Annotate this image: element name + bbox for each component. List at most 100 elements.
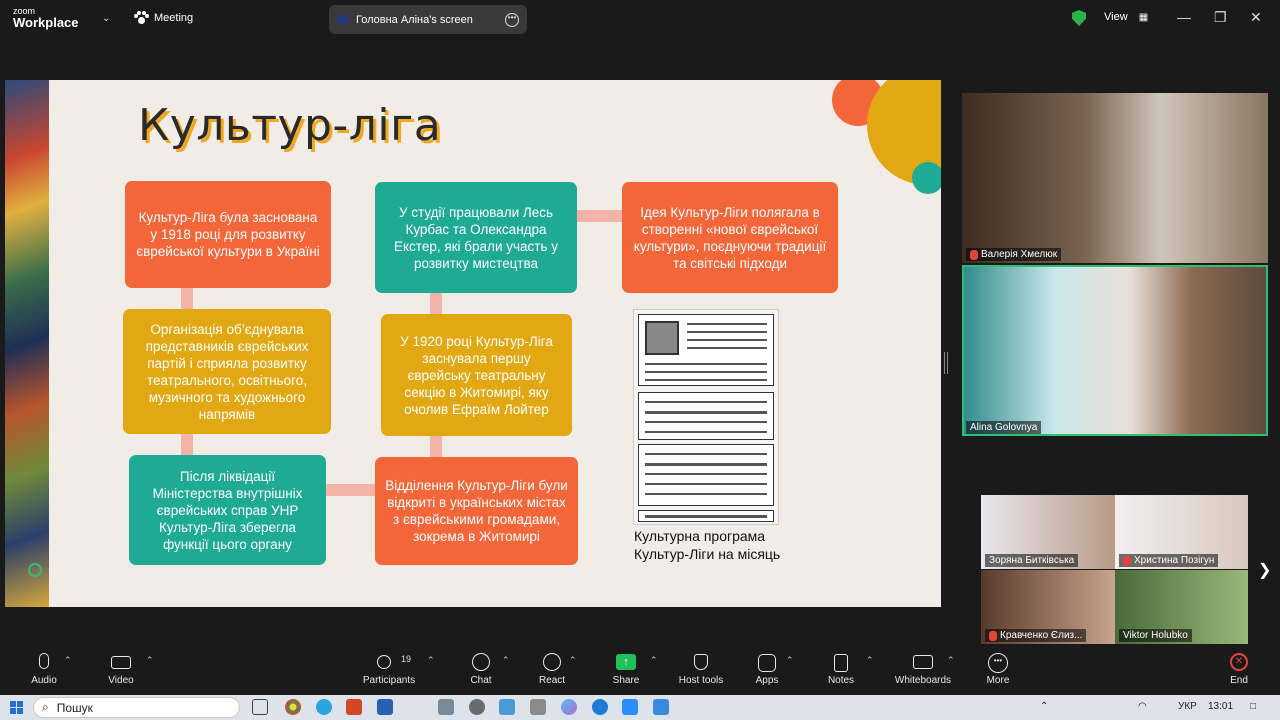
- participant-tile[interactable]: Зоряна Битківська: [981, 495, 1115, 569]
- participants-icon: [377, 655, 391, 669]
- info-box-organization: Організація об’єднувала представників єв…: [123, 309, 331, 434]
- participant-tile[interactable]: Кравченко Єлиз...: [981, 570, 1115, 644]
- more-button[interactable]: ••• More: [963, 645, 1033, 687]
- sharer-avatar: [337, 14, 348, 25]
- app-icon[interactable]: [530, 699, 546, 715]
- copilot-icon[interactable]: [561, 699, 577, 715]
- notes-button[interactable]: Notes: [806, 645, 876, 687]
- end-label: End: [1230, 675, 1248, 686]
- close-icon[interactable]: ✕: [1250, 9, 1262, 26]
- audio-label: Audio: [31, 675, 57, 686]
- react-button[interactable]: React: [517, 645, 587, 687]
- audio-button[interactable]: Audio: [9, 645, 79, 687]
- chevron-up-icon: ⌃: [650, 655, 658, 665]
- chevron-up-icon: ⌃: [146, 655, 154, 665]
- share-button[interactable]: ↑ Share: [591, 645, 661, 687]
- paw-icon: [134, 11, 149, 25]
- participants-count: 19: [401, 654, 412, 664]
- windows-start-icon[interactable]: [10, 701, 23, 714]
- chevron-up-icon: ⌃: [569, 655, 577, 665]
- chat-label: Chat: [470, 675, 492, 686]
- security-shield-icon[interactable]: [1072, 10, 1086, 26]
- chevron-down-icon[interactable]: ⌄: [102, 13, 110, 24]
- notifications-icon[interactable]: □: [1250, 701, 1256, 712]
- connector: [326, 484, 375, 496]
- participant-tile[interactable]: Валерія Хмелюк: [962, 93, 1268, 263]
- chrome-icon[interactable]: [285, 699, 301, 715]
- host-tools-button[interactable]: Host tools: [666, 645, 736, 687]
- whiteboards-button[interactable]: Whiteboards: [888, 645, 958, 687]
- participant-tile-active-speaker[interactable]: Alina Golovnya: [962, 265, 1268, 436]
- caption-line2: Культур-Ліги на місяць: [634, 546, 781, 562]
- search-placeholder: Пошук: [56, 700, 93, 715]
- info-box-branches: Відділення Культур-Ліги були відкриті в …: [375, 457, 578, 565]
- zoom-logo: zoom Workplace: [13, 6, 79, 30]
- app-icon[interactable]: [499, 699, 515, 715]
- participant-tile[interactable]: Viktor Holubko: [1115, 570, 1248, 644]
- view-label: View: [1104, 11, 1128, 23]
- maximize-icon[interactable]: ❐: [1214, 9, 1227, 26]
- end-meeting-button[interactable]: ✕ End: [1204, 645, 1274, 687]
- mic-muted-icon: [989, 630, 997, 641]
- annotate-pencil-icon[interactable]: [28, 563, 42, 577]
- taskbar-search[interactable]: ⌕ Пошук: [33, 697, 240, 718]
- edge-icon[interactable]: [592, 699, 608, 715]
- apps-label: Apps: [755, 675, 779, 686]
- chevron-up-icon: ⌃: [866, 655, 874, 665]
- decor-circle-teal: [912, 162, 941, 194]
- language-indicator[interactable]: УКР: [1178, 701, 1197, 712]
- chat-icon: [472, 653, 490, 671]
- wifi-icon[interactable]: ◠: [1138, 701, 1147, 712]
- share-screen-icon: ↑: [616, 654, 636, 670]
- chevron-up-icon: ⌃: [502, 655, 510, 665]
- mic-muted-icon: [1123, 555, 1131, 566]
- minimize-icon[interactable]: —: [1177, 9, 1191, 25]
- caption-line1: Культурна програма: [634, 528, 766, 544]
- view-button[interactable]: View ▦: [1104, 11, 1148, 23]
- photos-icon[interactable]: [653, 699, 669, 715]
- end-call-icon: ✕: [1230, 653, 1248, 671]
- word-icon[interactable]: [377, 699, 393, 715]
- brand-line2: Workplace: [13, 15, 79, 30]
- zoom-taskbar-icon[interactable]: [622, 699, 638, 715]
- shared-screen-indicator[interactable]: Головна Аліна's screen •••: [329, 5, 527, 34]
- info-box-ministry: Після ліквідації Міністерства внутрішніх…: [129, 455, 326, 565]
- video-button[interactable]: Video: [86, 645, 156, 687]
- participant-name: Валерія Хмелюк: [966, 248, 1062, 261]
- next-page-arrow-icon[interactable]: ❯: [1258, 560, 1271, 580]
- mic-muted-icon: [970, 249, 978, 260]
- connector: [577, 210, 622, 222]
- info-box-idea: Ідея Культур-Ліги полягала в створенні «…: [622, 182, 838, 293]
- apps-button[interactable]: Apps: [732, 645, 802, 687]
- participants-button[interactable]: 19 Participants: [354, 645, 424, 687]
- chevron-up-icon: ⌃: [947, 655, 955, 665]
- info-box-founding: Культур-Ліга була заснована у 1918 році …: [125, 181, 331, 288]
- windows-taskbar: ⌕ Пошук ⌃ ◠ УКР 13:01 □: [0, 695, 1280, 720]
- meeting-toolbar: Audio ⌃ Video ⌃ 19 Participants ⌃ Chat ⌃…: [0, 645, 1280, 695]
- newspaper-clipping-image: [633, 309, 779, 525]
- tray-chevron-icon[interactable]: ⌃: [1040, 701, 1048, 712]
- react-label: React: [538, 675, 566, 686]
- powerpoint-icon[interactable]: [346, 699, 362, 715]
- apps-icon: [758, 654, 776, 672]
- slide-art-strip: [5, 80, 49, 607]
- notes-icon: [834, 654, 848, 672]
- settings-gear-icon[interactable]: [469, 699, 485, 715]
- shared-slide: Культур-ліга Культур-Ліга була заснована…: [5, 80, 941, 607]
- participants-label: Participants: [362, 675, 416, 686]
- more-options-icon[interactable]: •••: [505, 12, 519, 27]
- meeting-tab[interactable]: Meeting: [134, 11, 193, 25]
- participant-name: Зоряна Битківська: [985, 554, 1079, 567]
- title-bar: zoom Workplace ⌄ Meeting Головна Аліна's…: [0, 0, 1280, 38]
- app-icon[interactable]: [438, 699, 454, 715]
- taskbar-clock[interactable]: 13:01: [1208, 701, 1233, 712]
- share-label: Share: [612, 675, 640, 686]
- task-view-icon[interactable]: [252, 699, 268, 715]
- telegram-icon[interactable]: [316, 699, 332, 715]
- panel-resize-handle[interactable]: [944, 352, 948, 374]
- participant-tile[interactable]: Христина Позігун: [1115, 495, 1248, 569]
- connector: [181, 434, 193, 455]
- connector: [430, 436, 442, 457]
- chat-button[interactable]: Chat: [446, 645, 516, 687]
- host-tools-label: Host tools: [678, 675, 724, 686]
